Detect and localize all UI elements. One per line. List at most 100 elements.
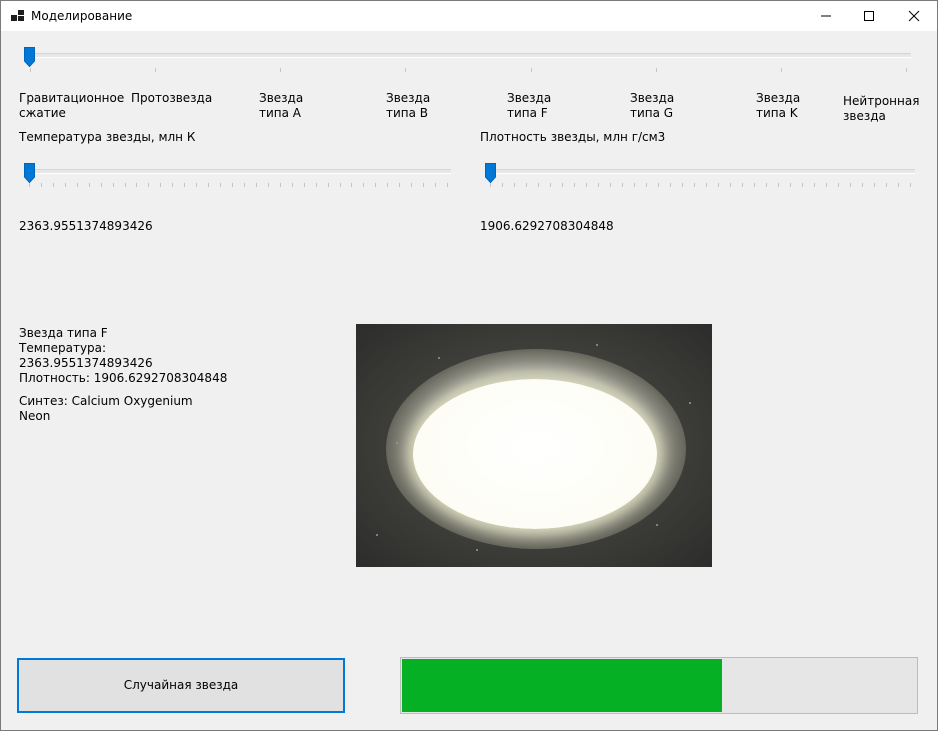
minimize-icon [821, 15, 831, 17]
stage-label-type-f: Звезда типа F [507, 91, 552, 120]
slider-tick [41, 183, 42, 187]
slider-tick [244, 183, 245, 187]
slider-tick [658, 183, 659, 187]
slider-tick [30, 68, 31, 72]
star-image [356, 324, 712, 567]
slider-tick [656, 68, 657, 72]
slider-tick [405, 68, 406, 72]
slider-tick [184, 183, 185, 187]
slider-tick [874, 183, 875, 187]
slider-tick [766, 183, 767, 187]
app-icon [11, 10, 24, 23]
slider-tick [447, 183, 448, 187]
slider-tick [670, 183, 671, 187]
slider-tick [862, 183, 863, 187]
info-synthesis: Синтез: Calcium Oxygenium [19, 394, 193, 408]
slider-tick [826, 183, 827, 187]
density-slider-ticks [480, 183, 917, 187]
progress-bar [400, 657, 918, 714]
slider-tick [280, 68, 281, 72]
slider-tick [172, 183, 173, 187]
slider-tick [435, 183, 436, 187]
slider-tick [411, 183, 412, 187]
stage-label-type-a: Звезда типа A [259, 91, 304, 120]
slider-tick [514, 183, 515, 187]
temperature-value: 2363.9551374893426 [19, 219, 153, 233]
temperature-slider-track [25, 169, 451, 174]
slider-tick [53, 183, 54, 187]
close-button[interactable] [891, 1, 937, 31]
slider-tick [814, 183, 815, 187]
slider-tick [502, 183, 503, 187]
density-slider-track [486, 169, 915, 174]
density-label: Плотность звезды, млн г/см3 [480, 130, 666, 144]
slider-tick [754, 183, 755, 187]
slider-tick [586, 183, 587, 187]
slider-tick [29, 183, 30, 187]
slider-tick [148, 183, 149, 187]
info-temperature-value: 2363.9551374893426 [19, 356, 153, 370]
slider-tick [292, 183, 293, 187]
temperature-slider[interactable] [19, 161, 453, 191]
maximize-icon [864, 11, 874, 21]
slider-tick [802, 183, 803, 187]
maximize-button[interactable] [846, 1, 892, 31]
stage-slider-thumb[interactable] [24, 47, 35, 67]
slider-tick [730, 183, 731, 187]
info-synthesis-continued: Neon [19, 409, 51, 423]
slider-tick [781, 68, 782, 72]
density-slider[interactable] [480, 161, 917, 191]
stage-label-protostar: Протозвезда [131, 91, 213, 105]
slider-tick [220, 183, 221, 187]
slider-tick [268, 183, 269, 187]
temperature-slider-thumb[interactable] [24, 163, 35, 183]
slider-tick [77, 183, 78, 187]
slider-tick [232, 183, 233, 187]
slider-tick [490, 183, 491, 187]
slider-tick [598, 183, 599, 187]
slider-tick [363, 183, 364, 187]
slider-tick [125, 183, 126, 187]
stage-label-type-g: Звезда типа G [630, 91, 675, 120]
slider-tick [160, 183, 161, 187]
stage-label-type-k: Звезда типа K [756, 91, 801, 120]
slider-tick [316, 183, 317, 187]
slider-tick [706, 183, 707, 187]
slider-tick [101, 183, 102, 187]
slider-tick [208, 183, 209, 187]
slider-tick [718, 183, 719, 187]
info-star-type: Звезда типа F [19, 326, 108, 340]
close-icon [908, 10, 920, 22]
slider-tick [387, 183, 388, 187]
minimize-button[interactable] [803, 1, 849, 31]
slider-tick [910, 183, 911, 187]
temperature-slider-ticks [19, 183, 453, 187]
slider-tick [838, 183, 839, 187]
random-star-button[interactable]: Случайная звезда [17, 658, 345, 713]
slider-tick [906, 68, 907, 72]
slider-tick [550, 183, 551, 187]
stage-slider[interactable] [19, 45, 915, 75]
slider-tick [634, 183, 635, 187]
stage-label-gravitational: Гравитационное сжатие [19, 91, 125, 120]
slider-tick [256, 183, 257, 187]
info-temperature-label: Температура: [19, 341, 107, 355]
density-slider-thumb[interactable] [485, 163, 496, 183]
slider-tick [562, 183, 563, 187]
stage-label-type-b: Звезда типа B [386, 91, 431, 120]
slider-tick [694, 183, 695, 187]
slider-tick [399, 183, 400, 187]
slider-tick [574, 183, 575, 187]
slider-tick [155, 68, 156, 72]
window-title: Моделирование [31, 9, 133, 23]
slider-tick [682, 183, 683, 187]
slider-tick [610, 183, 611, 187]
slider-tick [328, 183, 329, 187]
slider-tick [196, 183, 197, 187]
main-window: Моделирование Гравитационное сжатие Прот… [0, 0, 938, 731]
slider-tick [538, 183, 539, 187]
info-density: Плотность: 1906.6292708304848 [19, 371, 228, 385]
stage-slider-track [25, 53, 911, 58]
slider-tick [89, 183, 90, 187]
stage-slider-ticks [19, 68, 915, 72]
